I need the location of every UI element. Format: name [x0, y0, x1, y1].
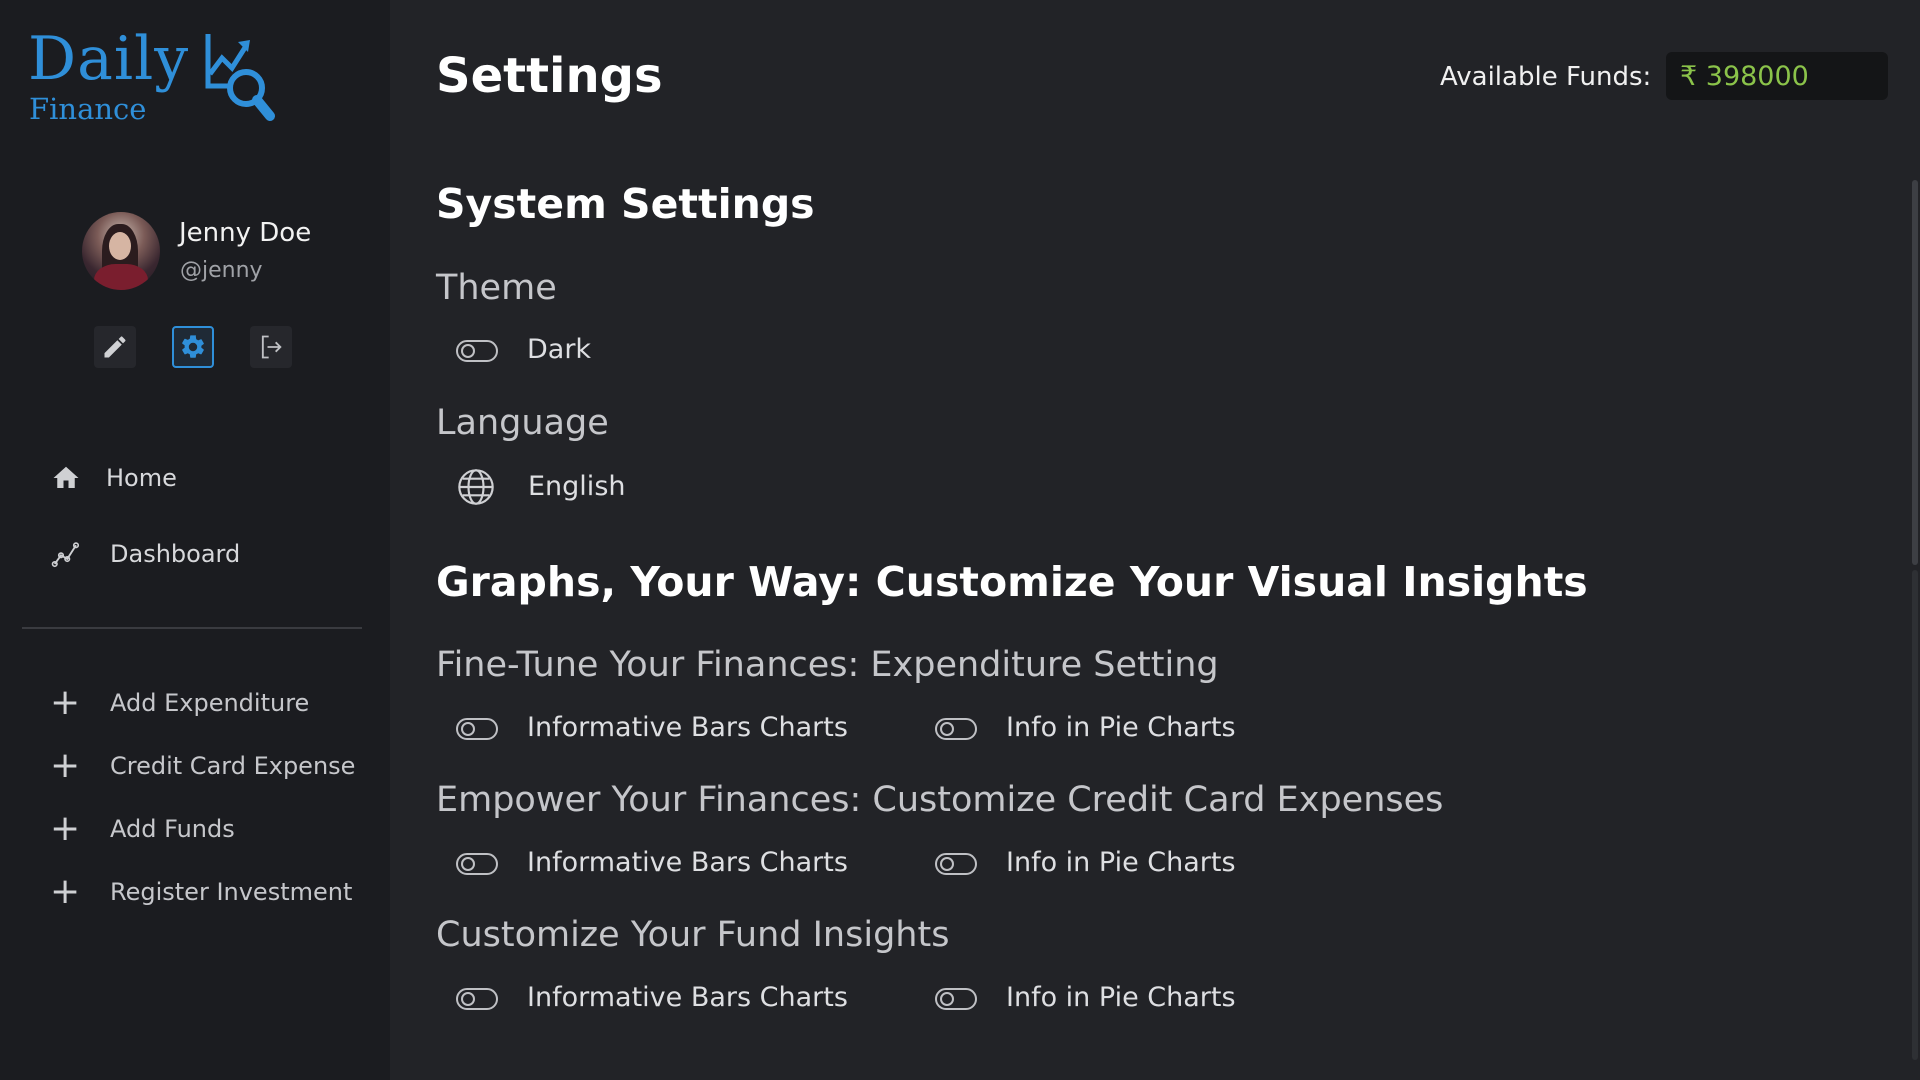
graphs-heading: Graphs, Your Way: Customize Your Visual …: [436, 558, 1588, 606]
gear-icon: [182, 335, 204, 358]
fund-pie-toggle[interactable]: [935, 988, 977, 1010]
add-expenditure-button[interactable]: + Add Expenditure: [50, 683, 309, 723]
expenditure-pie-toggle[interactable]: [935, 718, 977, 740]
credit-card-setting-heading: Empower Your Finances: Customize Credit …: [436, 780, 1444, 820]
credit-card-bars-toggle[interactable]: [456, 853, 498, 875]
pie-chart-label: Info in Pie Charts: [1006, 712, 1236, 743]
brand-logo[interactable]: Daily Finance: [28, 24, 288, 134]
home-icon: [50, 462, 82, 494]
page-title: Settings: [436, 48, 663, 104]
sidebar-item-label: Home: [106, 464, 177, 492]
theme-heading: Theme: [436, 268, 557, 308]
scrollbar-track[interactable]: [1912, 570, 1918, 1060]
user-handle: @jenny: [180, 258, 263, 283]
bars-chart-label: Informative Bars Charts: [527, 847, 848, 878]
bars-chart-label: Informative Bars Charts: [527, 712, 848, 743]
avatar[interactable]: [82, 212, 160, 290]
globe-icon: [458, 469, 494, 505]
pie-chart-label: Info in Pie Charts: [1006, 847, 1236, 878]
user-name: Jenny Doe: [179, 218, 312, 248]
brand-name-finance: Finance: [29, 92, 147, 126]
available-funds-label: Available Funds:: [1440, 62, 1652, 92]
brand-name-daily: Daily: [28, 24, 190, 94]
user-profile: Jenny Doe @jenny: [82, 212, 372, 292]
sidebar-item-dashboard[interactable]: Dashboard: [50, 534, 240, 574]
credit-card-pie-toggle[interactable]: [935, 853, 977, 875]
language-heading: Language: [436, 403, 609, 443]
expenditure-setting-heading: Fine-Tune Your Finances: Expenditure Set…: [436, 645, 1219, 685]
scrollbar-thumb[interactable]: [1912, 180, 1918, 565]
plus-icon: +: [50, 808, 81, 849]
bars-chart-label: Informative Bars Charts: [527, 982, 848, 1013]
plus-icon: +: [50, 745, 81, 786]
action-label: Register Investment: [110, 878, 353, 906]
sidebar-divider: [22, 627, 362, 629]
pie-chart-label: Info in Pie Charts: [1006, 982, 1236, 1013]
system-settings-heading: System Settings: [436, 180, 815, 228]
settings-button[interactable]: [172, 326, 214, 368]
sidebar-item-home[interactable]: Home: [50, 458, 177, 498]
available-funds-value: ₹ 398000: [1680, 60, 1809, 92]
theme-option-label: Dark: [527, 334, 592, 365]
logout-icon: [261, 335, 282, 359]
plus-icon: +: [50, 682, 81, 723]
fund-insights-heading: Customize Your Fund Insights: [436, 915, 950, 955]
main-content: Settings Available Funds: ₹ 398000 Syste…: [390, 0, 1920, 1080]
language-value: English: [528, 471, 626, 502]
pencil-icon: [104, 336, 126, 358]
logout-button[interactable]: [250, 326, 292, 368]
add-funds-button[interactable]: + Add Funds: [50, 809, 235, 849]
available-funds-box: ₹ 398000: [1666, 52, 1888, 100]
credit-card-expense-button[interactable]: + Credit Card Expense: [50, 746, 355, 786]
fund-bars-toggle[interactable]: [456, 988, 498, 1010]
sidebar-item-label: Dashboard: [110, 540, 241, 568]
theme-toggle[interactable]: [456, 340, 498, 362]
expenditure-bars-toggle[interactable]: [456, 718, 498, 740]
action-label: Add Expenditure: [110, 689, 310, 717]
action-label: Add Funds: [110, 815, 235, 843]
plus-icon: +: [50, 871, 81, 912]
edit-profile-button[interactable]: [94, 326, 136, 368]
chart-magnifier-icon: [205, 34, 275, 121]
chart-line-icon: [50, 538, 82, 570]
sidebar: Daily Finance Jenny Doe @jenny Home Dash…: [0, 0, 390, 1080]
action-label: Credit Card Expense: [110, 752, 356, 780]
register-investment-button[interactable]: + Register Investment: [50, 872, 352, 912]
